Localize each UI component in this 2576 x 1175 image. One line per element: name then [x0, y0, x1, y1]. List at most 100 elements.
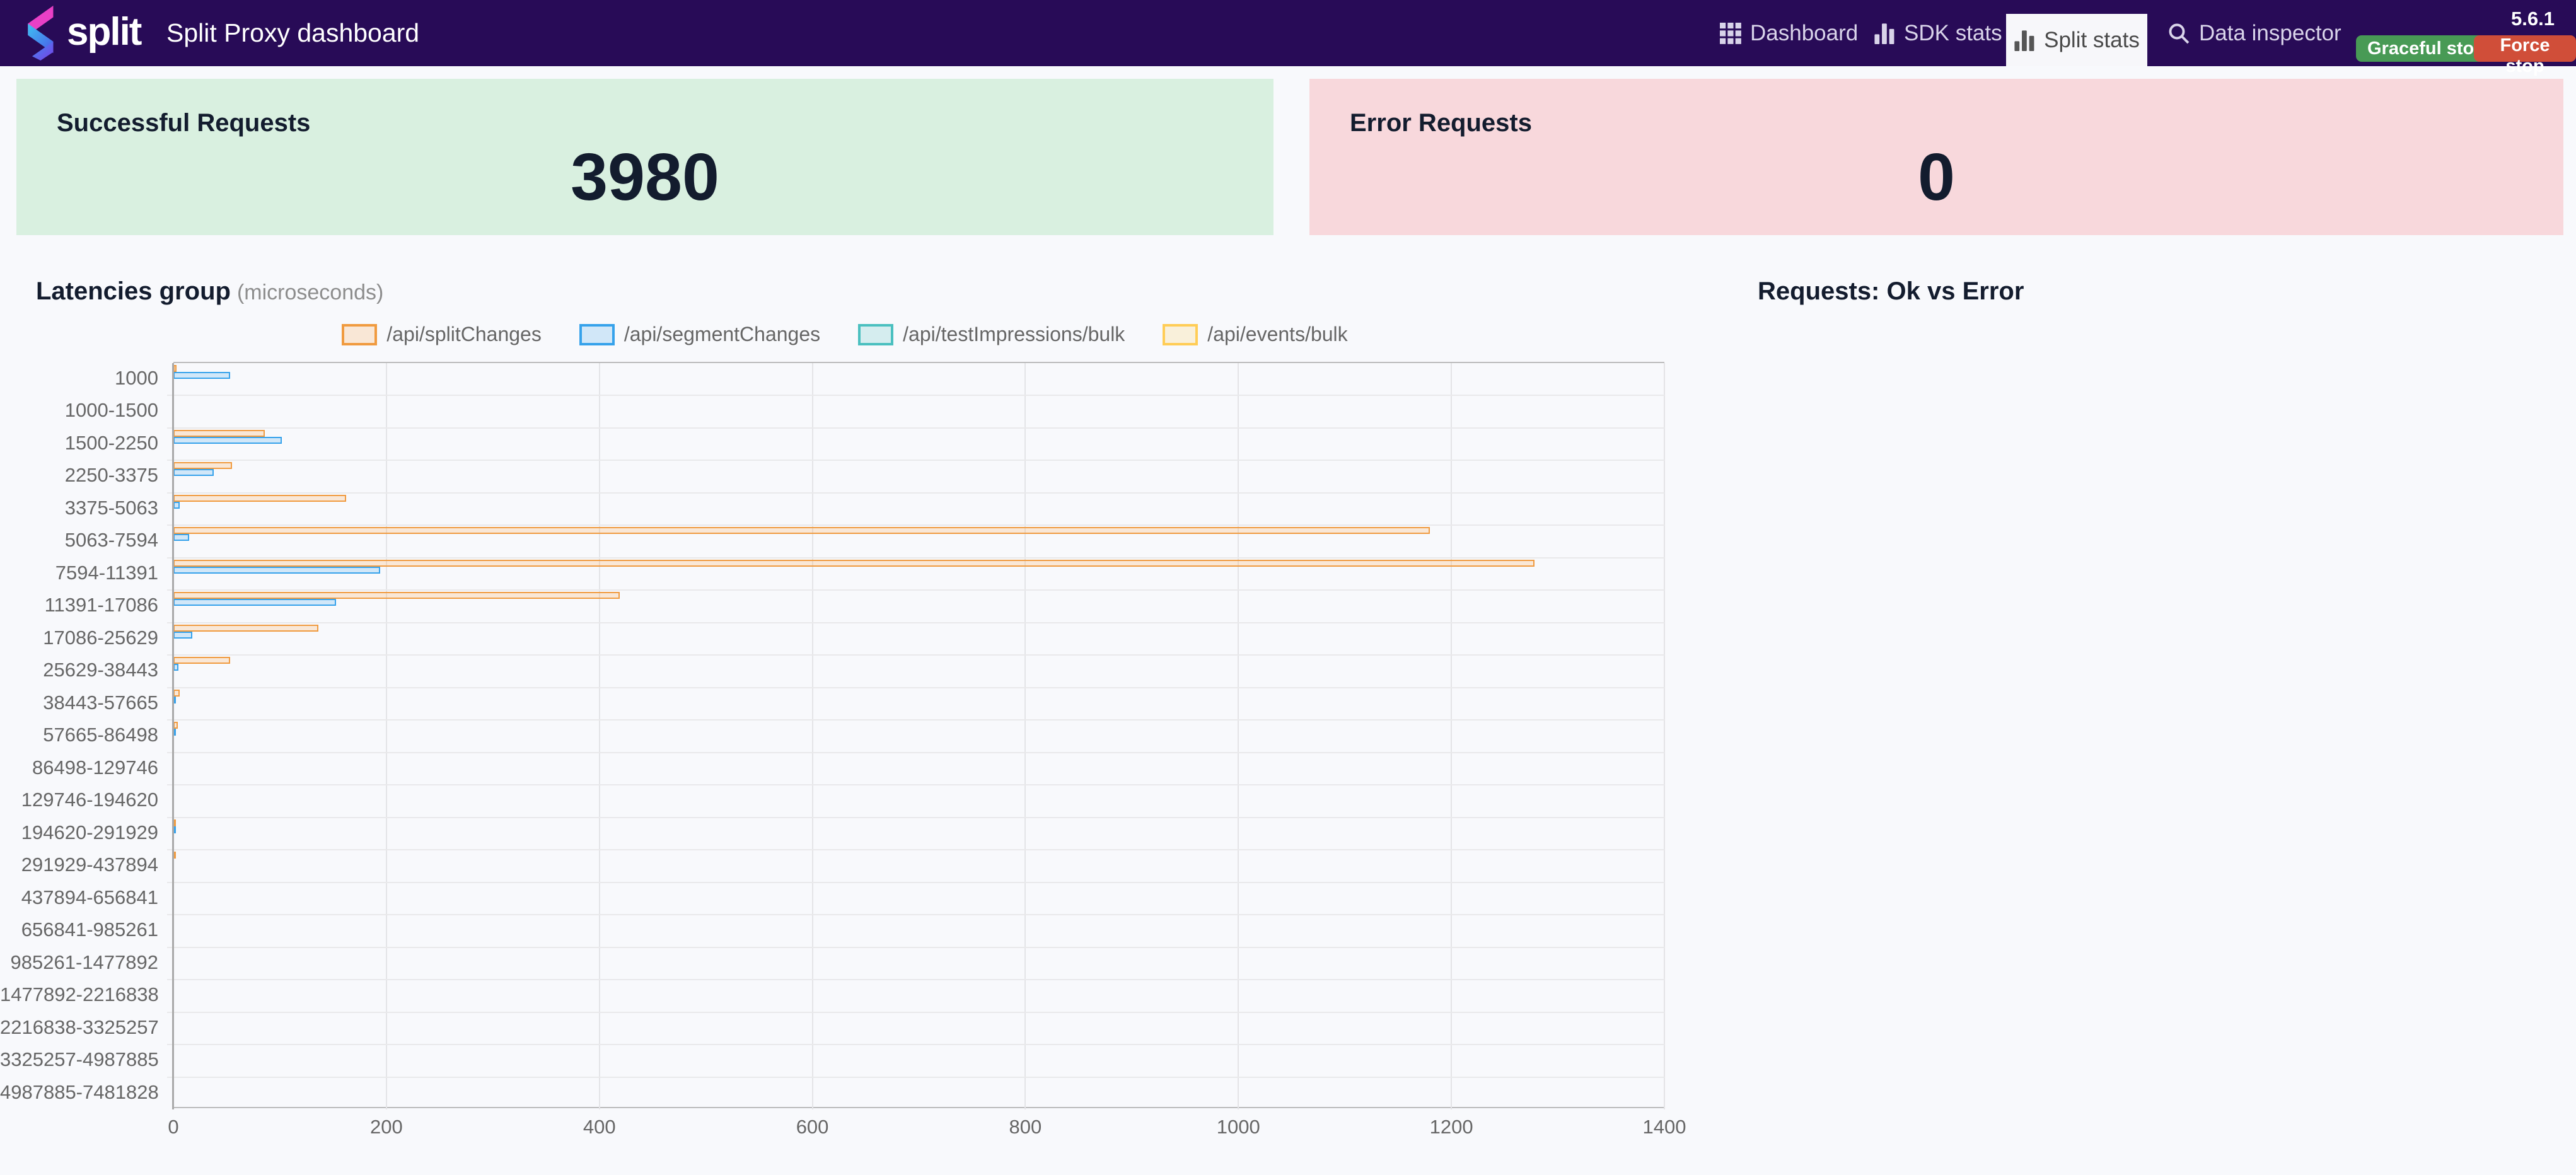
- card-title: Error Requests: [1350, 109, 1532, 137]
- bar-/api/segmentChanges: [173, 599, 336, 606]
- force-stop-button[interactable]: Force stop: [2474, 35, 2576, 76]
- nav-label: SDK stats: [1904, 20, 2002, 45]
- bar-/api/splitChanges: [173, 657, 230, 664]
- version-label: 5.6.1: [2511, 8, 2555, 30]
- y-axis-label: 11391-17086: [44, 594, 158, 616]
- bar-chart-icon: [2014, 30, 2034, 51]
- nav-label: Dashboard: [1750, 20, 1859, 45]
- horizontal-gridline: [167, 719, 1664, 721]
- y-axis-label: 17086-25629: [43, 626, 158, 649]
- app-header: split Split Proxy dashboard Dashboard SD…: [0, 0, 2576, 76]
- brand-wordmark: split: [67, 10, 142, 54]
- nav-item-data-inspector[interactable]: Data inspector: [2167, 0, 2341, 66]
- y-axis-label: 1000: [115, 367, 158, 389]
- y-axis-label: 985261-1477892: [10, 951, 158, 973]
- horizontal-gridline: [167, 395, 1664, 396]
- chart-legend: /api/splitChanges/api/segmentChanges/api…: [0, 323, 1690, 346]
- horizontal-gridline: [167, 751, 1664, 753]
- y-axis-label: 656841-985261: [21, 918, 158, 941]
- legend-item[interactable]: /api/events/bulk: [1163, 323, 1348, 346]
- y-axis-label: 57665-86498: [43, 724, 158, 746]
- horizontal-gridline: [167, 881, 1664, 883]
- horizontal-gridline: [167, 654, 1664, 656]
- legend-item[interactable]: /api/segmentChanges: [579, 323, 820, 346]
- y-axis-label: 3325257-4987885: [0, 1048, 159, 1071]
- search-icon: [2169, 23, 2190, 43]
- horizontal-gridline: [167, 686, 1664, 688]
- bar-/api/segmentChanges: [173, 501, 180, 509]
- horizontal-gridline: [167, 1011, 1664, 1013]
- legend-label: /api/segmentChanges: [624, 323, 821, 345]
- y-axis-label: 1477892-2216838: [0, 983, 159, 1006]
- horizontal-gridline: [167, 589, 1664, 591]
- horizontal-gridline: [167, 460, 1664, 461]
- horizontal-gridline: [167, 914, 1664, 916]
- x-axis-label: 800: [1009, 1116, 1042, 1138]
- y-axis-label: 437894-656841: [21, 886, 158, 908]
- page-title: Split Proxy dashboard: [166, 18, 420, 47]
- y-axis-label: 7594-11391: [55, 561, 158, 584]
- bar-/api/segmentChanges: [173, 631, 192, 639]
- vertical-gridline: [811, 363, 813, 1109]
- vertical-gridline: [1238, 363, 1239, 1109]
- bar-/api/segmentChanges: [173, 664, 178, 671]
- legend-label: /api/events/bulk: [1207, 323, 1348, 345]
- vertical-gridline: [598, 363, 600, 1109]
- bar-/api/splitChanges: [173, 624, 318, 632]
- horizontal-gridline: [167, 1044, 1664, 1046]
- bar-/api/segmentChanges: [173, 534, 189, 541]
- legend-label: /api/splitChanges: [386, 323, 542, 345]
- y-axis-label: 194620-291929: [21, 821, 158, 843]
- y-axis-label: 129746-194620: [21, 789, 158, 811]
- nav-label: Data inspector: [2199, 20, 2341, 45]
- x-axis-label: 1400: [1642, 1116, 1686, 1138]
- y-axis-label: 38443-57665: [43, 691, 158, 714]
- y-axis-label: 1000-1500: [64, 399, 158, 422]
- x-axis-label: 400: [583, 1116, 616, 1138]
- legend-item[interactable]: /api/splitChanges: [342, 323, 542, 346]
- bar-/api/splitChanges: [173, 462, 232, 470]
- latency-bar-chart: 1000 1000-1500 1500-2250 2250-3375 3375-5063…: [0, 362, 1702, 1156]
- grid-icon: [1720, 22, 1741, 44]
- card-title: Successful Requests: [57, 109, 311, 137]
- bar-/api/splitChanges: [173, 689, 180, 697]
- legend-swatch: [342, 323, 378, 345]
- x-axis-label: 1200: [1429, 1116, 1473, 1138]
- legend-label: /api/testImpressions/bulk: [903, 323, 1125, 345]
- bar-/api/segmentChanges: [173, 469, 214, 477]
- nav-label: Split stats: [2044, 27, 2140, 52]
- horizontal-gridline: [167, 1076, 1664, 1078]
- vertical-gridline: [385, 363, 387, 1109]
- horizontal-gridline: [167, 849, 1664, 851]
- y-axis-line: [172, 363, 174, 1109]
- horizontal-gridline: [167, 524, 1664, 526]
- bar-/api/segmentChanges: [173, 436, 282, 444]
- x-axis-label: 200: [369, 1116, 403, 1138]
- latency-title-unit: (microseconds): [236, 281, 384, 304]
- x-axis-label: 0: [168, 1116, 179, 1138]
- horizontal-gridline: [167, 946, 1664, 948]
- requests-chart-title: Requests: Ok vs Error: [1758, 277, 2024, 305]
- successful-requests-value: 3980: [571, 140, 719, 214]
- bar-/api/splitChanges: [173, 429, 265, 437]
- y-axis-label: 25629-38443: [43, 659, 158, 681]
- y-axis-label: 1500-2250: [64, 431, 158, 454]
- bar-/api/splitChanges: [173, 494, 346, 502]
- bar-/api/splitChanges: [173, 592, 620, 599]
- legend-swatch: [579, 323, 615, 345]
- horizontal-gridline: [167, 816, 1664, 818]
- bar-chart-icon: [1874, 23, 1894, 44]
- bar-/api/segmentChanges: [173, 372, 230, 379]
- vertical-gridline: [1451, 363, 1453, 1109]
- nav-item-sdk-stats[interactable]: SDK stats: [1874, 0, 2002, 66]
- legend-item[interactable]: /api/testImpressions/bulk: [858, 323, 1125, 346]
- bar-/api/segmentChanges: [173, 566, 380, 574]
- horizontal-gridline: [167, 784, 1664, 786]
- chart-plot-area: [167, 362, 1665, 1109]
- nav-item-split-stats-active[interactable]: Split stats: [2006, 14, 2147, 66]
- split-logo-icon: [28, 6, 54, 61]
- y-axis-label: 3375-5063: [64, 496, 158, 519]
- horizontal-gridline: [167, 427, 1664, 429]
- bar-/api/splitChanges: [173, 722, 178, 729]
- nav-item-dashboard[interactable]: Dashboard: [1720, 0, 1858, 66]
